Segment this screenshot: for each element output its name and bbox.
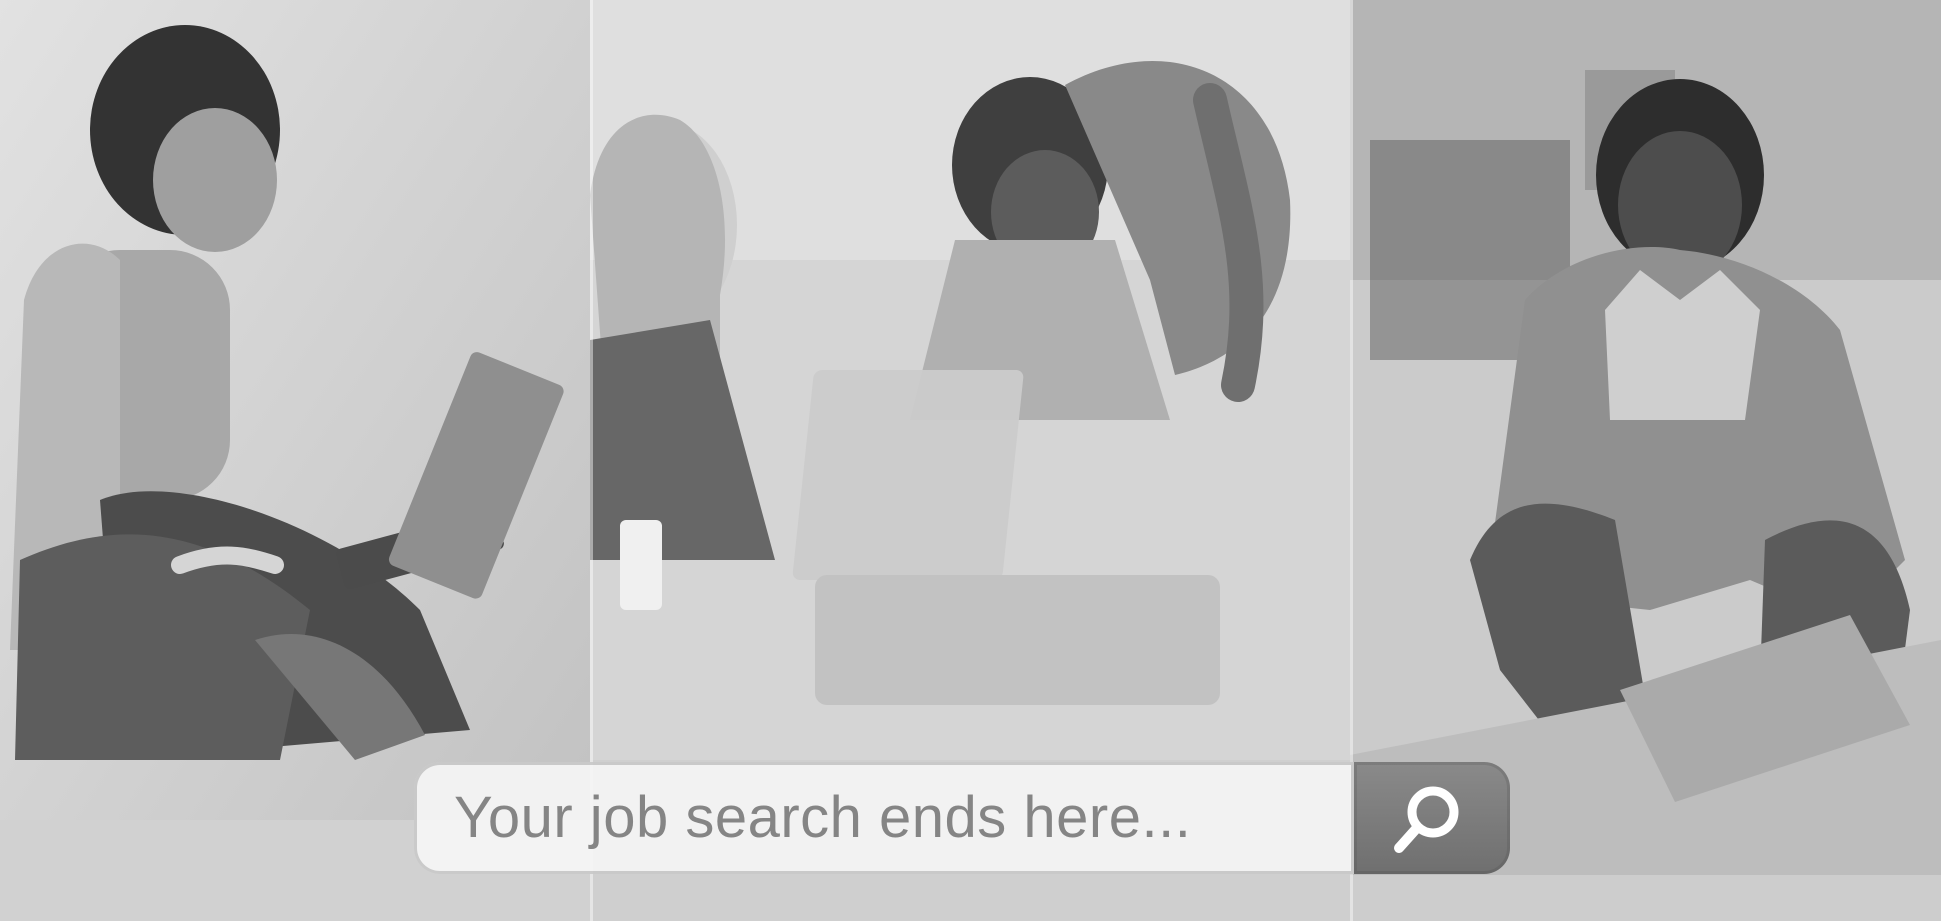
search-input-shell[interactable]: Your job search ends here... bbox=[414, 762, 1354, 874]
search-placeholder-text: Your job search ends here... bbox=[454, 785, 1192, 850]
search-icon bbox=[1394, 786, 1459, 853]
job-search-advertisement: Your job search ends here... bbox=[0, 0, 1941, 921]
job-search-bar[interactable]: Your job search ends here... bbox=[414, 762, 1510, 874]
search-button[interactable] bbox=[1354, 762, 1510, 874]
